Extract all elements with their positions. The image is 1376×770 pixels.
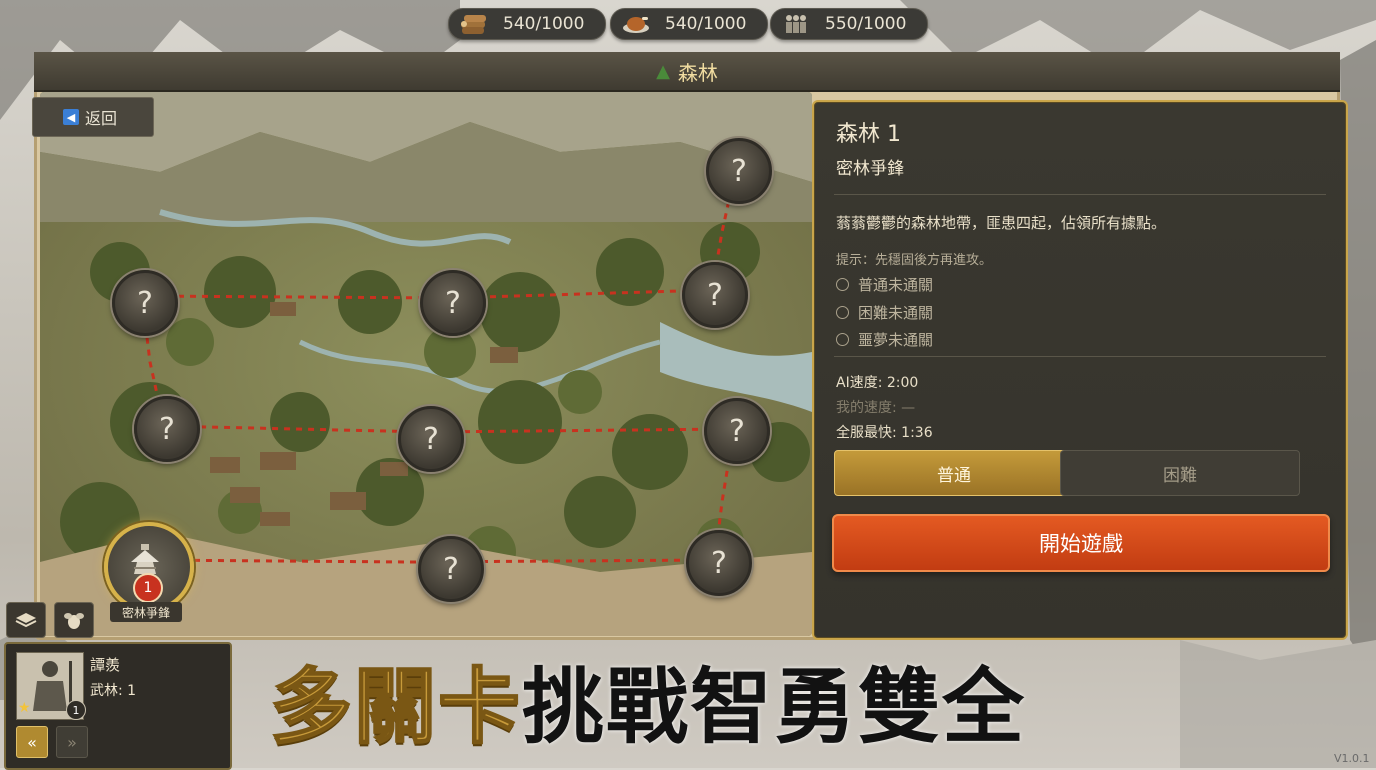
server-best: 全服最快: 1:36 xyxy=(836,425,933,441)
question-mark-icon: ? xyxy=(137,285,153,321)
wood-resource: 540/1000 xyxy=(448,8,606,40)
start-game-button[interactable]: 開始遊戲 xyxy=(832,514,1330,572)
hero-name: 譚羨 xyxy=(90,656,121,674)
skills-button[interactable] xyxy=(54,602,94,638)
map-node-locked[interactable]: ? xyxy=(420,270,486,336)
hero-level-badge: 1 xyxy=(66,700,86,720)
my-speed: 我的速度: — xyxy=(836,400,916,416)
question-mark-icon: ? xyxy=(707,277,723,313)
question-mark-icon: ? xyxy=(159,411,175,447)
hero-level: 武林: 1 xyxy=(90,683,137,699)
prev-hero-button[interactable]: « xyxy=(16,726,48,758)
question-mark-icon: ? xyxy=(445,285,461,321)
map-node-locked[interactable]: ? xyxy=(134,396,200,462)
condition-label: 普通未通關 xyxy=(858,276,934,294)
soldiers-value: 550/1000 xyxy=(825,14,907,34)
condition-label: 噩夢未通關 xyxy=(858,331,934,349)
map-node-locked[interactable]: ? xyxy=(704,398,770,464)
stage-info-panel: 森林 1 密林爭鋒 蓊蓊鬱鬱的森林地帶，匪患四起，佔領所有據點。 提示：先穩固後… xyxy=(812,100,1348,640)
version-label: V1.0.1 xyxy=(1334,752,1370,765)
difficulty-normal-button[interactable]: 普通 xyxy=(834,450,1074,496)
bee-icon xyxy=(64,613,84,629)
map-node-locked[interactable]: ? xyxy=(398,406,464,472)
difficulty-hard-button[interactable]: 困難 xyxy=(1060,450,1300,496)
question-mark-icon: ? xyxy=(731,153,747,189)
stage-subtitle: 密林爭鋒 xyxy=(836,159,904,179)
ai-speed: AI速度: 2:00 xyxy=(836,375,919,391)
food-icon xyxy=(619,11,653,37)
map-node-locked[interactable]: ? xyxy=(682,262,748,328)
soldiers-icon xyxy=(779,11,813,37)
condition-label: 困難未通關 xyxy=(858,304,934,322)
stage-header: ▲ 森林 xyxy=(34,52,1340,92)
back-button[interactable]: ◀ 返回 xyxy=(32,97,154,137)
layers-button[interactable] xyxy=(6,602,46,638)
question-mark-icon: ? xyxy=(443,551,459,587)
food-value: 540/1000 xyxy=(665,14,747,34)
wood-icon xyxy=(457,11,491,37)
map-node-locked[interactable]: ? xyxy=(706,138,772,204)
question-mark-icon: ? xyxy=(711,545,727,581)
divider xyxy=(834,194,1326,195)
map-node-locked[interactable]: ? xyxy=(686,530,752,596)
question-mark-icon: ? xyxy=(729,413,745,449)
promo-slogan: 多關卡挑戰智勇雙全 xyxy=(269,640,1027,759)
stage-header-title: 森林 xyxy=(677,60,718,85)
stage-title: 森林 1 xyxy=(836,122,901,147)
layers-icon xyxy=(15,613,37,628)
tree-icon: ▲ xyxy=(656,60,670,82)
food-resource: 540/1000 xyxy=(610,8,768,40)
map-node-locked[interactable]: ? xyxy=(418,536,484,602)
stage-description: 蓊蓊鬱鬱的森林地帶，匪患四起，佔領所有據點。 xyxy=(836,214,1167,232)
circle-icon xyxy=(836,306,849,319)
slogan-black: 挑戰智勇雙全 xyxy=(522,659,1027,755)
node-label: 密林爭鋒 xyxy=(110,602,182,622)
back-button-label: 返回 xyxy=(85,109,118,128)
circle-icon xyxy=(836,278,849,291)
slogan-gold: 多關卡 xyxy=(269,658,523,756)
circle-icon xyxy=(836,333,849,346)
hero-card[interactable]: ★ 1 譚羨 武林: 1 « » xyxy=(4,642,232,770)
double-chevron-right-icon: » xyxy=(67,732,77,752)
star-icon: ★ xyxy=(18,700,31,716)
double-chevron-left-icon: « xyxy=(27,732,37,752)
wood-value: 540/1000 xyxy=(503,14,585,34)
next-hero-button[interactable]: » xyxy=(56,726,88,758)
question-mark-icon: ? xyxy=(423,421,439,457)
condition-normal: 普通未通關 xyxy=(836,274,933,295)
stage-tip: 提示：先穩固後方再進攻。 xyxy=(836,253,993,268)
condition-nightmare: 噩夢未通關 xyxy=(836,329,933,350)
back-arrow-icon: ◀ xyxy=(63,109,79,125)
condition-hard: 困難未通關 xyxy=(836,302,933,323)
node-level-badge: 1 xyxy=(133,573,163,603)
map-node-locked[interactable]: ? xyxy=(112,270,178,336)
soldiers-resource: 550/1000 xyxy=(770,8,928,40)
divider xyxy=(834,356,1326,357)
